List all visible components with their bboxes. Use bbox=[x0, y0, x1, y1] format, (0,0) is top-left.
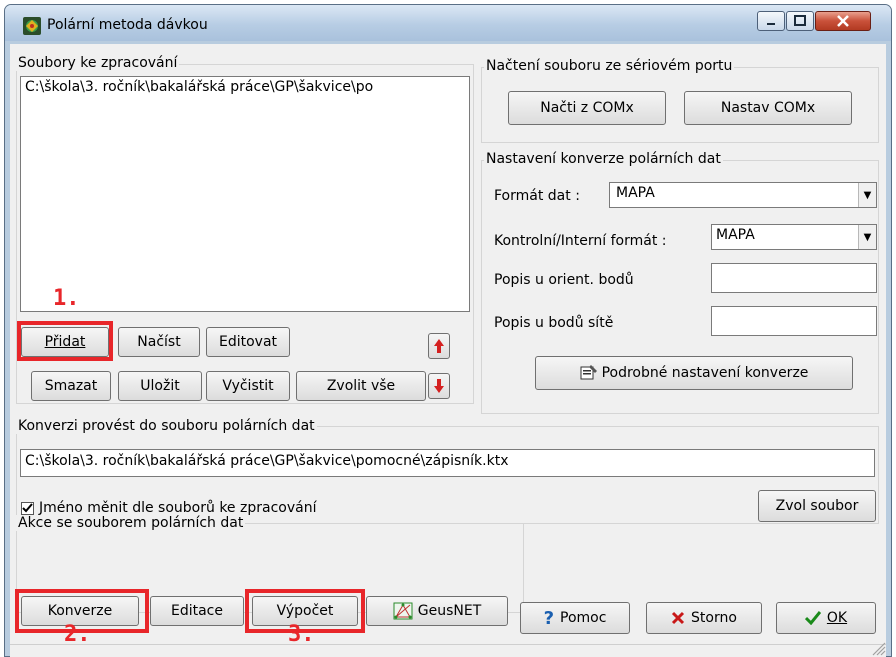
actions-group-label: Akce se souborem polárních dat bbox=[16, 515, 246, 531]
resize-grip-icon[interactable] bbox=[868, 638, 886, 656]
select-all-button-label: Zvolit vše bbox=[326, 378, 396, 394]
grid-input[interactable] bbox=[711, 306, 877, 336]
clear-button[interactable]: Vyčistit bbox=[206, 371, 290, 401]
edit-button[interactable]: Editovat bbox=[206, 327, 290, 357]
ok-label: OK bbox=[826, 610, 848, 626]
select-all-button[interactable]: Zvolit vše bbox=[296, 371, 426, 401]
save-button[interactable]: Uložit bbox=[118, 371, 202, 401]
window-title: Polární metoda dávkou bbox=[47, 17, 208, 33]
status-bar bbox=[10, 644, 886, 657]
geusnet-label: GeusNET bbox=[417, 603, 482, 619]
conversion-settings-label: Nastavení konverze polárních dat bbox=[484, 151, 723, 167]
files-group-label: Soubory ke zpracování bbox=[16, 55, 180, 71]
close-icon bbox=[837, 15, 849, 27]
checkmark-icon bbox=[804, 611, 821, 625]
cancel-button[interactable]: Storno bbox=[646, 602, 762, 634]
data-format-value: MAPA bbox=[616, 185, 655, 201]
edit-button-label: Editovat bbox=[218, 334, 278, 350]
annotation-box-1 bbox=[17, 321, 113, 361]
annotation-number-2: 2. bbox=[64, 622, 91, 647]
settings-icon bbox=[580, 365, 597, 380]
files-list[interactable]: C:\škola\3. ročník\bakalářská práce\GP\š… bbox=[20, 76, 470, 312]
choose-file-button[interactable]: Zvol soubor bbox=[758, 490, 876, 522]
network-icon bbox=[393, 602, 413, 620]
maximize-icon bbox=[794, 15, 806, 26]
checkmark-icon bbox=[22, 503, 33, 513]
load-button-label: Načíst bbox=[137, 334, 181, 350]
read-com-label: Načti z COMx bbox=[540, 100, 634, 116]
x-icon bbox=[671, 611, 685, 625]
help-icon: ? bbox=[543, 607, 555, 629]
set-com-label: Nastav COMx bbox=[720, 100, 816, 116]
orient-label: Popis u orient. bodů bbox=[494, 272, 634, 288]
orient-input[interactable] bbox=[711, 263, 877, 293]
app-icon bbox=[23, 17, 41, 35]
set-com-button[interactable]: Nastav COMx bbox=[684, 91, 852, 125]
move-up-button[interactable] bbox=[428, 333, 450, 359]
grid-label: Popis u bodů sítě bbox=[494, 315, 614, 331]
edit-action-button[interactable]: Editace bbox=[150, 596, 244, 626]
cancel-label: Storno bbox=[691, 610, 737, 626]
rename-checkbox-label: Jméno měnit dle souborů ke zpracování bbox=[39, 500, 317, 516]
ok-button[interactable]: OK bbox=[776, 602, 876, 634]
move-down-button[interactable] bbox=[428, 373, 450, 399]
clear-button-label: Vyčistit bbox=[222, 378, 274, 394]
help-button[interactable]: ? Pomoc bbox=[520, 602, 630, 634]
serial-group-label: Načtení souboru ze sériovém portu bbox=[484, 58, 735, 74]
close-button[interactable] bbox=[815, 11, 871, 31]
edit-action-label: Editace bbox=[170, 603, 223, 619]
read-com-button[interactable]: Načti z COMx bbox=[508, 91, 666, 125]
save-button-label: Uložit bbox=[140, 378, 180, 394]
chevron-down-icon[interactable]: ▼ bbox=[858, 183, 876, 207]
control-format-select[interactable]: MAPA ▼ bbox=[711, 224, 877, 250]
control-format-value: MAPA bbox=[716, 227, 755, 243]
detail-settings-button[interactable]: Podrobné nastavení konverze bbox=[535, 356, 853, 390]
annotation-number-3: 3. bbox=[288, 622, 315, 647]
control-format-label: Kontrolní/Interní formát : bbox=[494, 233, 667, 249]
delete-button-label: Smazat bbox=[44, 378, 98, 394]
annotation-number-1: 1. bbox=[53, 286, 80, 311]
choose-file-label: Zvol soubor bbox=[775, 498, 859, 514]
data-format-select[interactable]: MAPA ▼ bbox=[609, 182, 877, 208]
detail-settings-label: Podrobné nastavení konverze bbox=[601, 365, 809, 381]
arrow-up-icon bbox=[434, 339, 444, 353]
rename-checkbox[interactable] bbox=[21, 502, 34, 515]
minimize-button[interactable] bbox=[757, 11, 785, 31]
list-item[interactable]: C:\škola\3. ročník\bakalářská práce\GP\š… bbox=[21, 77, 469, 97]
arrow-down-icon bbox=[434, 379, 444, 393]
geusnet-button[interactable]: GeusNET bbox=[366, 596, 508, 626]
output-path-input[interactable]: C:\škola\3. ročník\bakalářská práce\GP\š… bbox=[20, 449, 875, 477]
delete-button[interactable]: Smazat bbox=[31, 371, 111, 401]
chevron-down-icon[interactable]: ▼ bbox=[858, 225, 876, 249]
maximize-button[interactable] bbox=[786, 11, 814, 31]
load-button[interactable]: Načíst bbox=[118, 327, 200, 357]
help-label: Pomoc bbox=[560, 610, 607, 626]
data-format-label: Formát dat : bbox=[494, 188, 580, 204]
minimize-icon bbox=[767, 23, 775, 25]
output-group-label: Konverzi provést do souboru polárních da… bbox=[16, 418, 317, 434]
title-bar[interactable]: Polární metoda dávkou bbox=[5, 5, 891, 41]
